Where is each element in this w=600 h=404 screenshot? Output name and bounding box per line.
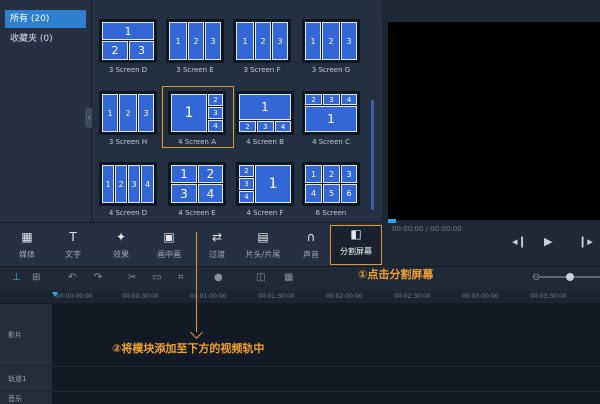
template-4-screen-e[interactable]: 1 2 3 4: [168, 162, 226, 206]
ruler-tick: 00:00:30:00: [122, 293, 159, 300]
cut-icon[interactable]: ✂: [128, 272, 136, 283]
template-4-screen-d[interactable]: 1 2 3 4: [99, 162, 157, 206]
text-icon: T: [69, 230, 77, 244]
template-label: 4 Screen D: [108, 209, 148, 217]
template-label: 3 Screen G: [311, 66, 351, 74]
timeline-toolbar: ⊥ ⊞ ↶ ↷ ✂ ▭ ⌗ ● ◫ ▦ ⊖: [0, 266, 600, 290]
tab-media[interactable]: ▦ 媒体: [4, 229, 50, 265]
template-3-screen-h[interactable]: 1 2 3: [99, 91, 157, 135]
wand-icon: ✦: [115, 230, 127, 244]
pip-icon: ▣: [163, 230, 175, 244]
template-3-screen-g[interactable]: 1 2 3: [302, 19, 360, 63]
template-3-screen-f[interactable]: 1 2 3: [233, 19, 291, 63]
tab-pip[interactable]: ▣ 画中画: [146, 229, 192, 265]
timeline-ruler[interactable]: 00:00:00:00 00:00:30:00 00:01:00:00 00:0…: [0, 290, 600, 304]
template-4-screen-c[interactable]: 2 3 4 1: [302, 91, 360, 135]
film-icon: ▦: [21, 230, 33, 244]
timeline-view-icon[interactable]: ⊥: [12, 272, 21, 283]
play-icon[interactable]: ▶: [544, 235, 552, 248]
split-screen-icon: ◧: [350, 227, 362, 241]
template-label: 4 Screen C: [312, 138, 350, 146]
template-4-screen-a[interactable]: 1 2 3 4: [168, 91, 226, 135]
tab-transition[interactable]: ⇄ 过渡: [194, 229, 240, 265]
preview-header: [382, 0, 600, 22]
track-label: 轨道1: [8, 375, 27, 383]
next-frame-icon[interactable]: ❙▸: [578, 235, 593, 248]
template-label: 3 Screen F: [243, 66, 281, 74]
template-3-screen-e[interactable]: 1 2 3: [166, 19, 224, 63]
tab-split-screen[interactable]: ◧ 分割屏幕: [330, 225, 382, 265]
previous-frame-icon[interactable]: ◂❙: [512, 235, 527, 248]
template-label: 3 Screen H: [108, 138, 148, 146]
template-6-screen[interactable]: 1 2 3 4 5 6: [302, 162, 360, 206]
annotation-step1: ①点击分割屏幕: [358, 268, 434, 281]
preview-window: [388, 22, 600, 220]
redo-icon[interactable]: ↷: [94, 272, 102, 283]
undo-icon[interactable]: ↶: [68, 272, 76, 283]
playhead[interactable]: [52, 292, 58, 297]
category-panel: 所有 (20) 收藏夹 (0): [0, 0, 92, 222]
category-all[interactable]: 所有 (20): [5, 10, 86, 28]
storyboard-view-icon[interactable]: ⊞: [32, 272, 40, 283]
overlay-track[interactable]: [52, 367, 600, 391]
template-3-screen-d[interactable]: 1 2 3: [99, 19, 157, 63]
snapshot-icon[interactable]: ◫: [256, 272, 265, 283]
annotation-step2: ②将模块添加至下方的视频轨中: [112, 342, 265, 355]
track-header-overlay: 轨道1: [0, 367, 52, 391]
video-track[interactable]: [52, 304, 600, 366]
tab-text[interactable]: T 文字: [50, 229, 96, 265]
crop-icon[interactable]: ⌗: [178, 272, 184, 283]
playback-bar: 00:00:00 / 00:00:00 ◂❙ ▶ ❙▸: [382, 222, 600, 266]
module-toolbar: ▦ 媒体 T 文字 ✦ 效果 ▣ 画中画 ⇄ 过渡 ▤ 片头/片尾 ∩ 声音 ◧…: [0, 222, 382, 266]
ruler-tick: 00:01:30:00: [258, 293, 295, 300]
clapper-icon: ▤: [257, 230, 269, 244]
template-scrollbar[interactable]: [371, 100, 374, 210]
ruler-tick: 00:00:00:00: [56, 293, 93, 300]
tab-sound[interactable]: ∩ 声音: [288, 229, 334, 265]
template-4-screen-b[interactable]: 1 2 3 4: [236, 91, 294, 135]
track-header-video: 影片: [0, 304, 52, 366]
record-voice-icon[interactable]: ●: [214, 272, 223, 283]
ruler-tick: 00:02:00:00: [326, 293, 363, 300]
template-label: 6 Screen: [315, 209, 347, 217]
transition-icon: ⇄: [211, 230, 223, 244]
headphones-icon: ∩: [306, 230, 316, 244]
zoom-slider-knob[interactable]: [566, 273, 574, 281]
category-favorites[interactable]: 收藏夹 (0): [5, 30, 86, 48]
track-label: 音乐: [8, 395, 22, 403]
track-label: 影片: [8, 331, 22, 339]
template-4-screen-f[interactable]: 2 3 4 1: [236, 162, 294, 206]
tab-effects[interactable]: ✦ 效果: [98, 229, 144, 265]
annotation-arrow-line: [196, 232, 197, 332]
progress-marker[interactable]: [388, 219, 396, 223]
ruler-tick: 00:03:30:00: [530, 293, 567, 300]
delete-icon[interactable]: ▭: [152, 272, 161, 283]
tab-intro-outro[interactable]: ▤ 片头/片尾: [240, 229, 286, 265]
ruler-tick: 00:03:00:00: [462, 293, 499, 300]
mosaic-icon[interactable]: ▦: [284, 272, 293, 283]
ruler-tick: 00:02:30:00: [394, 293, 431, 300]
timecode: 00:00:00 / 00:00:00: [392, 225, 462, 233]
music-track[interactable]: [52, 392, 600, 404]
track-header-music: 音乐: [0, 392, 52, 404]
